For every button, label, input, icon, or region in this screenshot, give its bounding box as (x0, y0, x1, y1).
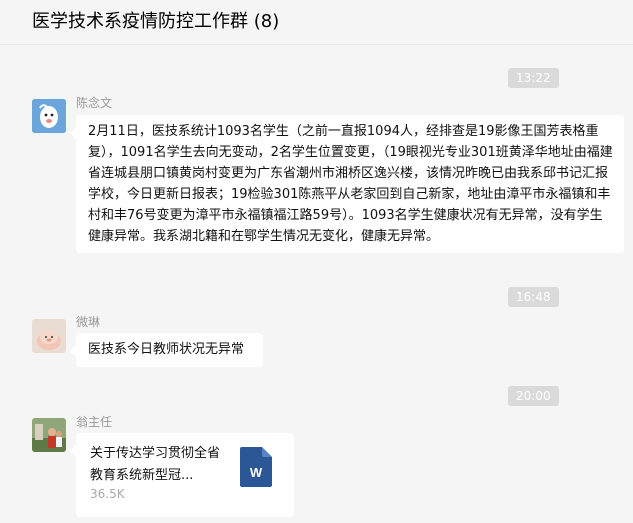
bubble-arrow (70, 345, 76, 357)
avatar[interactable] (32, 319, 66, 353)
message-text: 医技系今日教师状况无异常 (88, 342, 245, 357)
timestamp: 13:22 (508, 68, 559, 88)
message-bubble[interactable]: 2月11日，医技系统计1093名学生（之前一直报1094人，经排查是19影像王国… (70, 115, 624, 253)
file-name: 关于传达学习贯彻全省教育系统新型冠... (90, 446, 221, 483)
sender-name: 微琳 (76, 315, 101, 329)
avatar[interactable] (32, 418, 66, 452)
avatar-image (32, 99, 66, 133)
sender-name: 翁主任 (76, 415, 113, 429)
message-text: 2月11日，医技系统计1093名学生（之前一直报1094人，经排查是19影像王国… (88, 124, 613, 244)
timestamp: 16:48 (508, 287, 559, 307)
file-size: 36.5K (90, 487, 125, 501)
file-message-card[interactable]: 关于传达学习贯彻全省教育系统新型冠... 36.5K W (70, 433, 294, 517)
chat-header: 医学技术系疫情防控工作群 (8) (0, 0, 633, 45)
svg-text:W: W (250, 465, 263, 480)
bubble-arrow (70, 445, 76, 457)
avatar-image (32, 319, 66, 353)
message-list[interactable]: 13:22 陈念文 2月11日，医技系统计1093名学生（之前一直报1094人，… (0, 45, 633, 523)
bubble-arrow (70, 127, 76, 139)
word-document-icon: W (240, 447, 272, 487)
sender-name: 陈念文 (76, 96, 113, 110)
avatar[interactable] (32, 99, 66, 133)
chat-title: 医学技术系疫情防控工作群 (8) (32, 11, 280, 32)
timestamp: 20:00 (508, 386, 559, 406)
avatar-image (32, 418, 66, 452)
message-bubble[interactable]: 医技系今日教师状况无异常 (70, 333, 263, 367)
